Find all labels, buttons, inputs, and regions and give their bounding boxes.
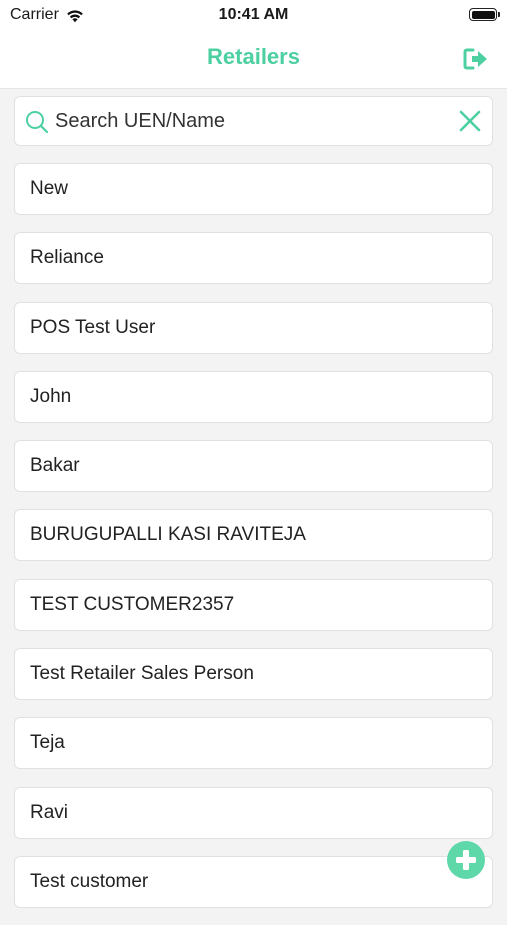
clear-search-button[interactable] bbox=[456, 107, 484, 135]
add-retailer-button[interactable] bbox=[447, 841, 485, 879]
retailer-item[interactable]: TEST CUSTOMER2357 bbox=[14, 578, 493, 631]
logout-icon bbox=[463, 48, 487, 70]
status-time: 10:41 AM bbox=[218, 6, 289, 23]
retailer-item[interactable]: POS Test User bbox=[14, 301, 493, 354]
plus-icon bbox=[456, 850, 476, 870]
retailer-item[interactable]: John bbox=[14, 370, 493, 423]
battery-icon bbox=[469, 8, 500, 21]
retailer-item[interactable]: Teja bbox=[14, 717, 493, 770]
logout-button[interactable] bbox=[461, 44, 491, 74]
retailer-list: New Reliance POS Test User John Bakar BU… bbox=[14, 163, 493, 925]
page-title: Retailers bbox=[207, 44, 300, 69]
search-box bbox=[14, 96, 493, 146]
navigation-bar: Retailers bbox=[0, 32, 507, 89]
retailer-item[interactable]: Reliance bbox=[14, 232, 493, 285]
retailer-item[interactable]: BURUGUPALLI KASI RAVITEJA bbox=[14, 509, 493, 562]
retailer-item[interactable]: Test Retailer Sales Person bbox=[14, 648, 493, 701]
retailer-item[interactable]: Ravi bbox=[14, 786, 493, 839]
retailer-item[interactable]: Bakar bbox=[14, 440, 493, 493]
close-icon bbox=[459, 110, 481, 132]
retailer-item[interactable]: New bbox=[14, 163, 493, 215]
retailer-item[interactable]: Test customer bbox=[14, 855, 493, 908]
status-bar: Carrier 10:41 AM bbox=[0, 0, 507, 32]
search-input[interactable] bbox=[55, 97, 445, 145]
search-icon bbox=[26, 111, 49, 134]
